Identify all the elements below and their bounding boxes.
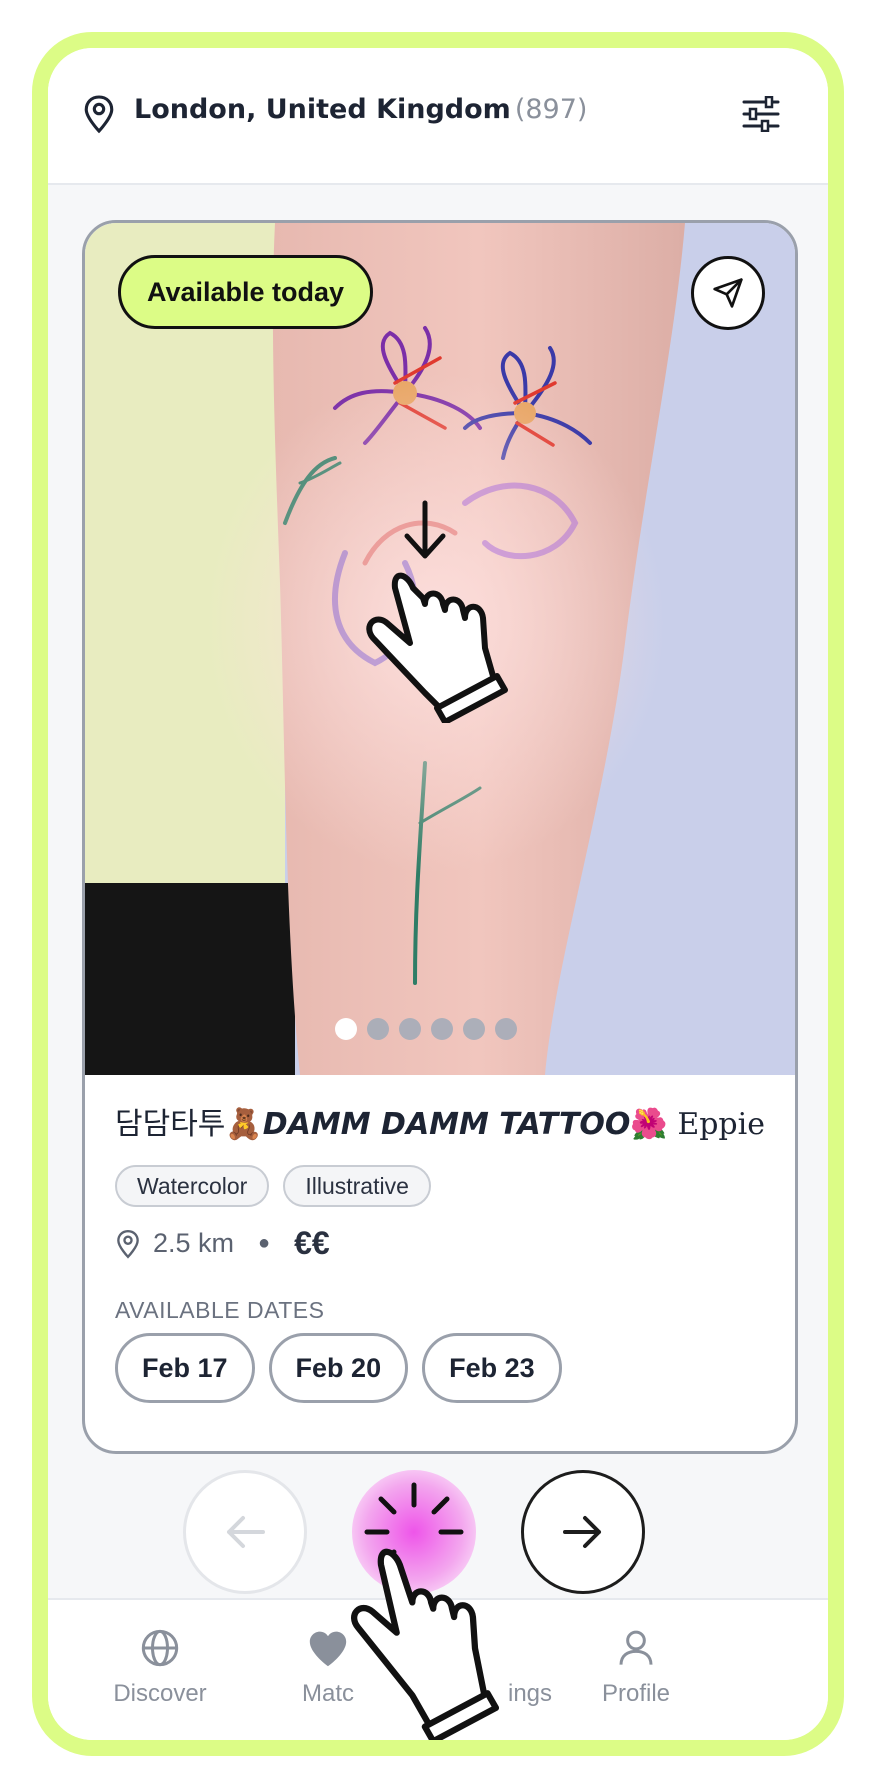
heart-icon: [309, 1631, 347, 1667]
location-name: London, United Kingdom: [134, 94, 511, 125]
previous-button[interactable]: [183, 1470, 307, 1594]
send-icon: [713, 278, 743, 308]
style-tags: Watercolor Illustrative: [115, 1165, 431, 1207]
location-text[interactable]: London, United Kingdom (897): [134, 94, 587, 125]
available-today-badge: Available today: [118, 255, 374, 329]
date-chip-feb-20[interactable]: Feb 20: [268, 1333, 409, 1403]
top-bar: London, United Kingdom (897): [48, 48, 828, 185]
available-dates: Feb 17 Feb 20 Feb 23: [115, 1333, 562, 1403]
share-button[interactable]: [691, 256, 765, 330]
title-korean: 담담타투🧸: [115, 1107, 263, 1142]
distance-pin-icon: [117, 1229, 139, 1259]
carousel-dot[interactable]: [431, 1018, 453, 1040]
tap-hand-icon: [351, 1548, 500, 1740]
tab-profile-label: Profile: [601, 1680, 671, 1707]
title-main: DAMM DAMM TATTOO: [262, 1107, 631, 1142]
tab-bookings-label: ings: [507, 1680, 553, 1707]
swipe-hand-icon: [366, 500, 508, 723]
tab-discover[interactable]: Discover: [75, 1628, 245, 1708]
results-count: (897): [514, 94, 588, 125]
arrow-right-icon: [563, 1516, 601, 1548]
separator-dot: ●: [258, 1232, 271, 1254]
filters-icon[interactable]: [742, 96, 780, 132]
tab-profile[interactable]: Profile: [551, 1628, 721, 1708]
artist-card[interactable]: Available today 담담타투🧸DAMM DAMM TATTOO🌺 E…: [82, 220, 798, 1454]
next-button[interactable]: [521, 1470, 645, 1594]
tattoo-photo[interactable]: Available today: [85, 223, 795, 1075]
distance: 2.5 km: [153, 1228, 235, 1258]
tab-discover-label: Discover: [113, 1680, 207, 1707]
date-chip-feb-17[interactable]: Feb 17: [115, 1333, 255, 1403]
carousel-dot[interactable]: [335, 1018, 357, 1040]
meta-row: 2.5 km ● €€: [115, 1225, 330, 1262]
price-level: €€: [294, 1225, 330, 1261]
phone-frame: London, United Kingdom (897) Available t…: [32, 32, 844, 1756]
carousel-dot[interactable]: [399, 1018, 421, 1040]
tab-matches-label: Matc: [301, 1680, 354, 1707]
date-chip-feb-23[interactable]: Feb 23: [422, 1333, 562, 1403]
globe-icon: [141, 1629, 179, 1667]
tag-watercolor: Watercolor: [115, 1165, 270, 1207]
tag-illustrative: Illustrative: [283, 1165, 431, 1207]
carousel-dot[interactable]: [463, 1018, 485, 1040]
title-emoji: 🌺: [630, 1107, 668, 1142]
artist-name: Eppie: [677, 1107, 765, 1142]
carousel-dots: [335, 1018, 517, 1040]
arrow-left-icon: [227, 1516, 265, 1548]
carousel-dot[interactable]: [367, 1018, 389, 1040]
available-dates-label: AVAILABLE DATES: [115, 1297, 325, 1323]
user-icon: [619, 1630, 653, 1665]
carousel-dot[interactable]: [495, 1018, 517, 1040]
location-pin-icon: [84, 95, 114, 134]
artist-title: 담담타투🧸DAMM DAMM TATTOO🌺 Eppie: [115, 1099, 765, 1143]
